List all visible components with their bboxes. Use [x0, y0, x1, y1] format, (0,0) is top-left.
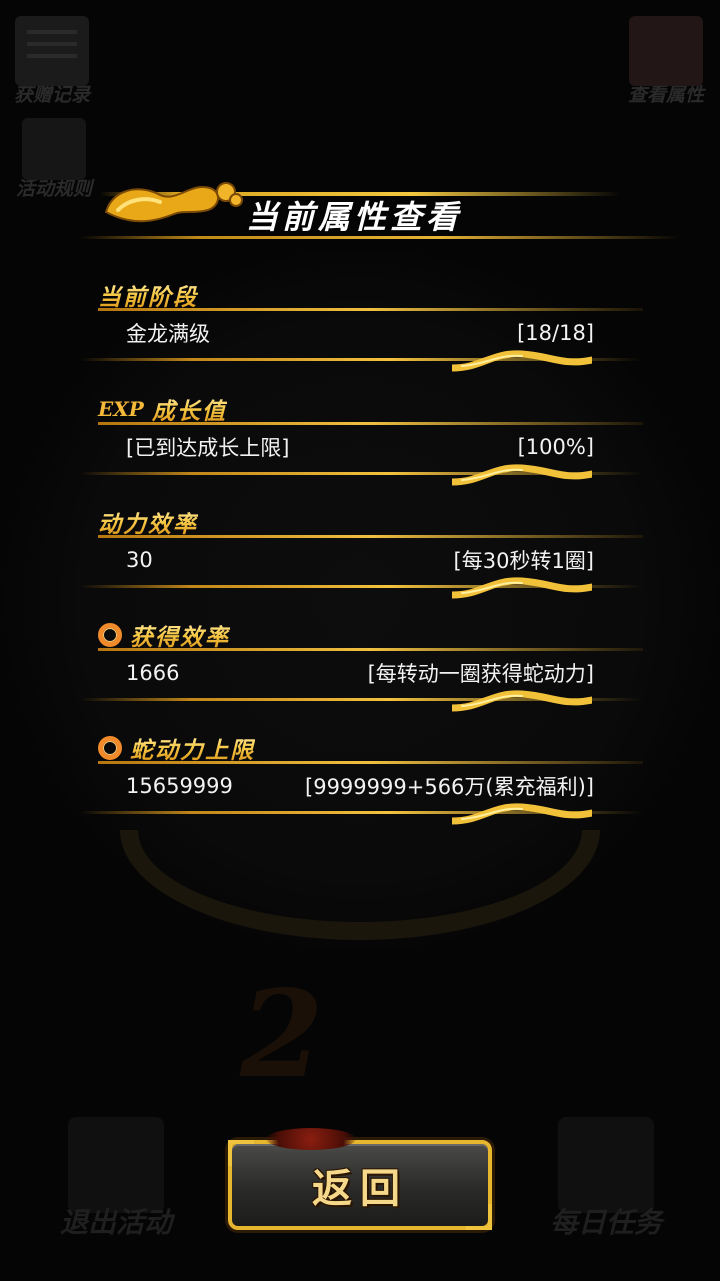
gold-wave-ornament [452, 350, 592, 372]
row-header: 获得效率 [98, 618, 643, 652]
attribute-row-stage: 当前阶段 金龙满级 [18/18] [80, 278, 643, 388]
gift-record-button[interactable]: 获赠记录 [14, 16, 90, 107]
golden-snake-icon [104, 182, 243, 223]
exit-event-button[interactable]: 退出活动 [60, 1117, 172, 1241]
attribute-row-power-efficiency: 动力效率 30 [每30秒转1圈] [80, 505, 643, 615]
task-scroll-icon [557, 1117, 654, 1213]
row-detail: [18/18] [517, 321, 594, 345]
row-detail: [100%] [517, 435, 594, 459]
row-header: 动力效率 [98, 505, 643, 539]
row-label: 当前阶段 [98, 278, 198, 312]
row-header: 当前阶段 [98, 278, 643, 312]
exclamation-icon [22, 118, 86, 180]
row-label: 动力效率 [98, 505, 198, 539]
attribute-row-growth: EXP 成长值 [已到达成长上限] [100%] [80, 392, 643, 502]
row-header: EXP 成长值 [98, 392, 643, 426]
row-value: 金龙满级 [126, 322, 210, 346]
row-label: 获得效率 [130, 618, 230, 652]
ring-icon [98, 623, 122, 647]
gold-wave-ornament [452, 803, 592, 825]
row-value: [已到达成长上限] [126, 436, 290, 460]
document-icon [15, 16, 89, 86]
gold-wave-ornament [452, 690, 592, 712]
gold-wave-ornament [452, 577, 592, 599]
row-header: 蛇动力上限 [98, 731, 643, 765]
gold-wave-ornament [452, 464, 592, 486]
exit-door-icon [68, 1117, 164, 1213]
view-attributes-button[interactable]: 查看属性 [628, 16, 704, 107]
magnifier-icon [628, 16, 703, 86]
ring-icon [98, 736, 122, 760]
panel-title: 当前属性查看 [246, 198, 463, 236]
back-button-label: 返回 [312, 1166, 408, 1212]
back-button[interactable]: 返回 [228, 1128, 492, 1230]
attribute-row-gain-efficiency: 获得效率 1666 [每转动一圈获得蛇动力] [80, 618, 643, 728]
daily-tasks-button[interactable]: 每日任务 [550, 1117, 662, 1241]
row-label: 蛇动力上限 [130, 731, 255, 765]
row-value: 1666 [126, 661, 180, 685]
row-value: 15659999 [126, 774, 233, 798]
attribute-panel: 当前属性查看 当前阶段 金龙满级 [18/18] EXP 成长值 [已到达成长上… [66, 182, 680, 841]
daily-tasks-label: 每日任务 [549, 1206, 662, 1239]
row-value: 30 [126, 548, 153, 572]
background-logo: 2 [240, 964, 324, 1105]
exp-icon: EXP [98, 397, 144, 421]
event-rules-button[interactable]: 活动规则 [16, 118, 92, 201]
attribute-row-power-limit: 蛇动力上限 15659999 [9999999+566万(累充福利)] [80, 731, 643, 841]
background-snake-coil [120, 830, 600, 940]
panel-header: 当前属性查看 [80, 180, 680, 260]
exit-event-label: 退出活动 [60, 1206, 173, 1239]
row-label: 成长值 [152, 392, 227, 426]
